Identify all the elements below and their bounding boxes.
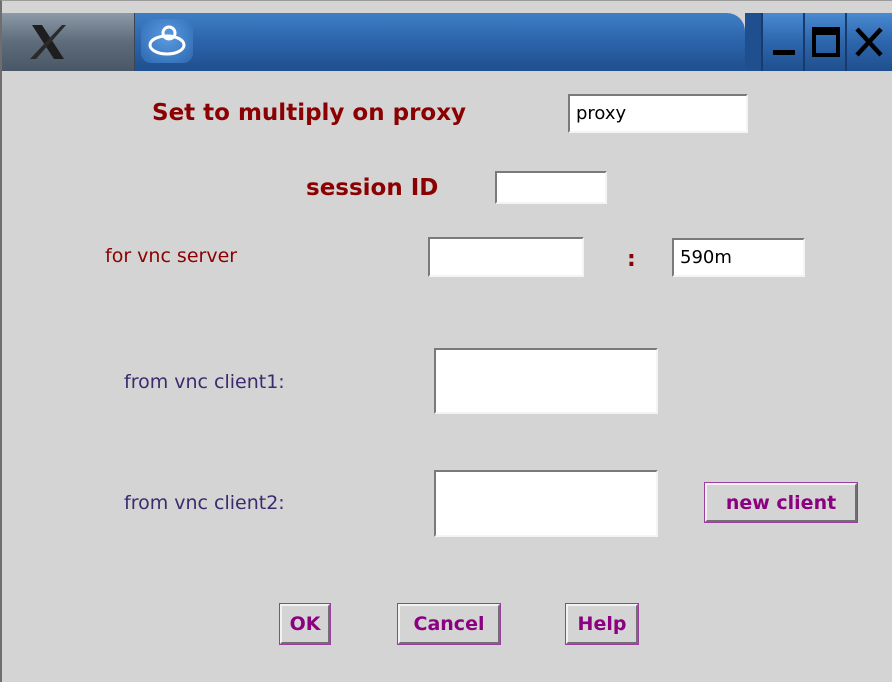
title-bar-gap <box>745 13 761 71</box>
maximize-icon <box>812 27 840 57</box>
cancel-button[interactable]: Cancel <box>398 604 500 644</box>
session-id-input[interactable] <box>495 171 607 204</box>
maximize-button[interactable] <box>803 13 845 71</box>
ok-button[interactable]: OK <box>280 604 330 644</box>
minimize-icon <box>773 50 795 55</box>
host-port-separator: : <box>627 247 636 272</box>
vnc-server-port-input[interactable] <box>672 238 805 277</box>
close-icon <box>855 27 883 57</box>
new-client-button[interactable]: new client <box>705 483 857 522</box>
window-menu-area[interactable] <box>2 13 135 71</box>
vnc-client1-label: from vnc client1: <box>124 371 285 393</box>
vnc-client1-input[interactable] <box>434 348 658 414</box>
help-button[interactable]: Help <box>566 604 638 644</box>
vnc-client2-label: from vnc client2: <box>124 492 285 514</box>
java-logo-icon <box>141 19 193 63</box>
title-bar[interactable] <box>2 13 892 71</box>
vnc-server-label: for vnc server <box>105 245 238 267</box>
title-bar-center[interactable] <box>135 13 745 71</box>
proxy-label: Set to multiply on proxy <box>152 100 467 126</box>
minimize-button[interactable] <box>761 13 803 71</box>
vnc-client2-input[interactable] <box>434 470 658 537</box>
x-logo-icon[interactable] <box>28 23 68 61</box>
proxy-dialog-window: Set to multiply on proxy session ID for … <box>0 0 892 682</box>
close-button[interactable] <box>845 13 892 71</box>
vnc-server-host-input[interactable] <box>428 237 584 277</box>
proxy-input[interactable] <box>568 94 748 133</box>
session-id-label: session ID <box>306 175 439 201</box>
